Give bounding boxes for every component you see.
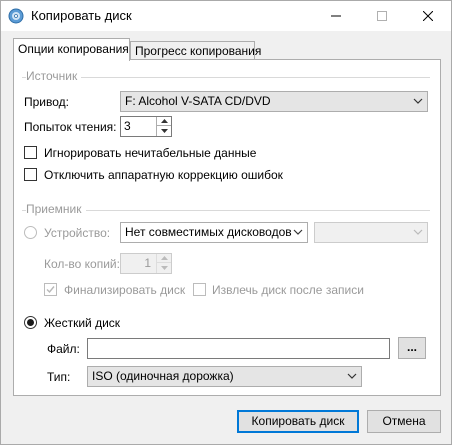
copy-disc-window: Копировать диск Опции копирования Прогре…: [0, 0, 452, 445]
spinner-buttons: [156, 254, 171, 273]
tab-copy-progress[interactable]: Прогресс копирования: [130, 41, 261, 61]
device-label: Устройство:: [44, 226, 111, 240]
tab-copy-options[interactable]: Опции копирования: [13, 38, 130, 61]
disable-ecc-label: Отключить аппаратную коррекцию ошибок: [44, 168, 283, 182]
caret-up-icon: [160, 256, 168, 260]
write-speed-select[interactable]: [314, 222, 428, 243]
caret-down-icon: [160, 128, 168, 133]
title-bar[interactable]: Копировать диск: [1, 1, 451, 31]
eject-checkbox[interactable]: [193, 283, 206, 296]
chevron-down-icon: [413, 92, 423, 111]
maximize-icon: [377, 11, 387, 21]
radio-dot: [27, 319, 34, 326]
device-value: Нет совместимых дисководов: [125, 225, 292, 239]
device-select[interactable]: Нет совместимых дисководов: [120, 222, 308, 243]
file-path-input[interactable]: [87, 338, 390, 359]
ignore-unreadable-checkbox[interactable]: [24, 146, 37, 159]
drive-label: Привод:: [24, 95, 69, 109]
read-attempts-spinner[interactable]: 3: [120, 116, 172, 137]
file-label: Файл:: [47, 342, 80, 356]
disc-copy-icon: [8, 8, 24, 24]
image-type-value: ISO (одиночная дорожка): [92, 369, 234, 383]
finalize-checkbox[interactable]: [44, 283, 57, 296]
chevron-down-icon: [413, 223, 423, 242]
spinner-buttons: [156, 117, 171, 136]
window-title: Копировать диск: [31, 8, 132, 23]
source-group-title: Источник: [26, 69, 82, 83]
chevron-down-icon: [293, 223, 303, 242]
type-label: Тип:: [47, 370, 71, 384]
chevron-down-icon: [347, 367, 357, 386]
spin-up-button[interactable]: [157, 117, 171, 126]
finalize-label: Финализировать диск: [64, 283, 186, 297]
copy-disc-button[interactable]: Копировать диск: [237, 410, 359, 433]
minimize-button[interactable]: [313, 1, 359, 31]
cancel-button[interactable]: Отмена: [367, 410, 441, 433]
read-attempts-value: 3: [124, 119, 131, 133]
read-attempts-label: Попыток чтения:: [24, 120, 117, 134]
spin-down-button[interactable]: [157, 126, 171, 135]
caret-down-icon: [160, 265, 168, 270]
browse-button[interactable]: ...: [398, 337, 426, 359]
drive-select[interactable]: F: Alcohol V-SATA CD/DVD: [120, 91, 428, 112]
minimize-icon: [331, 15, 341, 17]
close-button[interactable]: [405, 1, 451, 31]
hdd-radio[interactable]: [24, 316, 37, 329]
eject-label: Извлечь диск после записи: [212, 283, 364, 297]
checkmark-icon: [46, 286, 55, 294]
target-group-title: Приемник: [26, 202, 86, 216]
maximize-button[interactable]: [359, 1, 405, 31]
ignore-unreadable-label: Игнорировать нечитабельные данные: [44, 146, 257, 160]
spin-down-button[interactable]: [157, 263, 171, 272]
close-icon: [423, 11, 433, 21]
image-type-select[interactable]: ISO (одиночная дорожка): [87, 366, 362, 387]
copies-label: Кол-во копий:: [44, 257, 120, 271]
source-group-divider: [22, 77, 430, 78]
copies-value: 1: [144, 256, 151, 270]
spin-up-button[interactable]: [157, 254, 171, 263]
drive-value: F: Alcohol V-SATA CD/DVD: [125, 94, 271, 108]
hdd-label: Жесткий диск: [44, 316, 121, 330]
device-radio[interactable]: [24, 226, 37, 239]
copy-options-panel: Источник Привод: F: Alcohol V-SATA CD/DV…: [13, 59, 441, 396]
caret-up-icon: [160, 119, 168, 123]
copies-spinner[interactable]: 1: [120, 253, 172, 274]
disable-ecc-checkbox[interactable]: [24, 168, 37, 181]
